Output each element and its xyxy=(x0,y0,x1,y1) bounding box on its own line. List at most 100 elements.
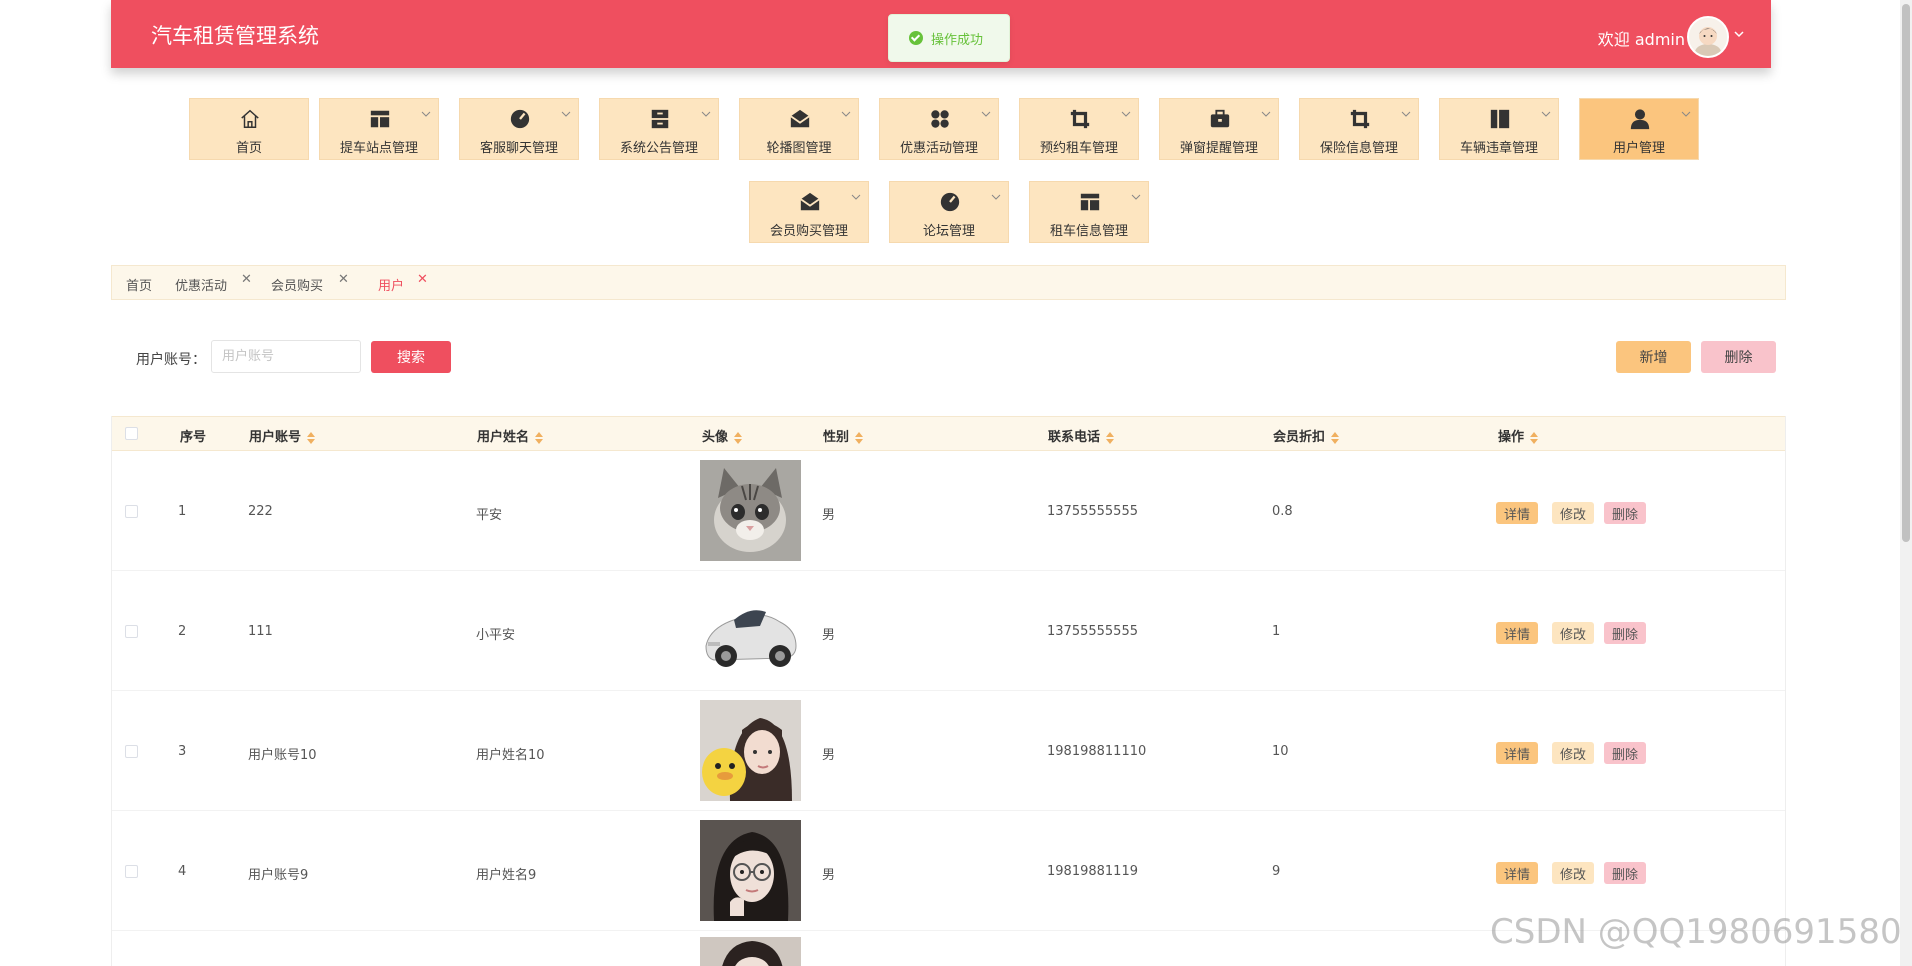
row-checkbox[interactable] xyxy=(125,745,138,758)
chevron-down-icon xyxy=(701,111,711,117)
edit-button[interactable]: 修改 xyxy=(1552,622,1595,644)
sort-icon[interactable] xyxy=(1331,431,1340,444)
success-toast: 操作成功 xyxy=(888,14,1010,62)
sort-icon[interactable] xyxy=(535,431,544,444)
detail-button[interactable]: 详情 xyxy=(1496,742,1539,764)
welcome-text: 欢迎 admin xyxy=(1597,30,1685,49)
cell-index: 2 xyxy=(178,624,187,639)
cell-account: 111 xyxy=(248,624,273,639)
close-icon[interactable]: ✕ xyxy=(338,272,349,287)
tab-users[interactable]: 用户 xyxy=(378,275,404,294)
avatar[interactable] xyxy=(1687,16,1729,58)
edit-button[interactable]: 修改 xyxy=(1552,742,1595,764)
chevron-down-icon xyxy=(1681,111,1691,117)
cell-account: 用户账号9 xyxy=(248,868,309,883)
batch-delete-button[interactable]: 删除 xyxy=(1701,341,1776,373)
column-header[interactable]: 操作 xyxy=(1498,426,1539,445)
sort-icon[interactable] xyxy=(1106,431,1115,444)
sort-icon[interactable] xyxy=(734,431,743,444)
close-icon[interactable]: ✕ xyxy=(417,272,428,287)
delete-button[interactable]: 删除 xyxy=(1604,622,1647,644)
column-header[interactable]: 用户账号 xyxy=(249,426,316,445)
home-icon xyxy=(241,109,259,128)
cell-index: 1 xyxy=(178,504,187,519)
close-icon[interactable]: ✕ xyxy=(241,272,252,287)
column-header[interactable]: 会员折扣 xyxy=(1273,426,1340,445)
chevron-down-icon xyxy=(1401,111,1411,117)
cell-index: 3 xyxy=(178,744,187,759)
nav-insurance[interactable]: 保险信息管理 xyxy=(1299,98,1419,160)
layout-icon xyxy=(1080,193,1100,211)
column-header[interactable]: 性别 xyxy=(823,426,864,445)
cell-gender: 男 xyxy=(822,748,836,763)
columns-icon xyxy=(1490,109,1510,129)
chevron-down-icon xyxy=(1131,194,1141,200)
user-photo-woman-with-plush xyxy=(700,700,801,801)
row-checkbox[interactable] xyxy=(125,505,138,518)
user-table: 序号 用户账号 用户姓名 头像 性别 联系电话 会员折扣 操作 1 222 平安 xyxy=(111,416,1786,966)
sort-icon[interactable] xyxy=(1530,431,1539,444)
row-checkbox[interactable] xyxy=(125,625,138,638)
search-button[interactable]: 搜索 xyxy=(371,341,451,373)
tab-promotions[interactable]: 优惠活动 xyxy=(175,275,227,294)
chevron-down-icon[interactable] xyxy=(1733,28,1745,40)
nav-label: 车辆违章管理 xyxy=(1459,141,1538,156)
nav-carousel[interactable]: 轮播图管理 xyxy=(739,98,859,160)
table-row: 1 222 平安 男 13755555555 0.8 详情 修改 删除 xyxy=(112,451,1785,571)
nav-forum[interactable]: 论坛管理 xyxy=(889,181,1009,243)
detail-button[interactable]: 详情 xyxy=(1496,862,1539,884)
delete-button[interactable]: 删除 xyxy=(1604,862,1647,884)
account-search-input[interactable] xyxy=(211,340,361,373)
nav-announcements[interactable]: 系统公告管理 xyxy=(599,98,719,160)
edit-button[interactable]: 修改 xyxy=(1552,862,1595,884)
nav-label: 优惠活动管理 xyxy=(899,141,978,156)
user-photo-woman-glasses xyxy=(700,820,801,921)
cell-gender: 男 xyxy=(822,508,836,523)
tab-membership[interactable]: 会员购买 xyxy=(271,275,323,294)
select-all-checkbox[interactable] xyxy=(125,427,138,440)
add-button[interactable]: 新增 xyxy=(1616,341,1691,373)
delete-button[interactable]: 删除 xyxy=(1604,502,1647,524)
nav-label: 提车站点管理 xyxy=(339,141,418,156)
column-header[interactable]: 联系电话 xyxy=(1048,426,1115,445)
cell-name: 用户姓名9 xyxy=(476,868,537,883)
cell-account: 222 xyxy=(248,504,273,519)
crop-icon xyxy=(1070,109,1090,129)
detail-button[interactable]: 详情 xyxy=(1496,622,1539,644)
page-scrollbar[interactable] xyxy=(1900,0,1912,966)
nav-rental-info[interactable]: 租车信息管理 xyxy=(1029,181,1149,243)
chevron-down-icon xyxy=(1121,111,1131,117)
delete-button[interactable]: 删除 xyxy=(1604,742,1647,764)
nav-home[interactable]: 首页 xyxy=(189,98,309,160)
crop-icon xyxy=(1350,109,1370,129)
nav-popup-reminders[interactable]: 弹窗提醒管理 xyxy=(1159,98,1279,160)
nav-label: 首页 xyxy=(235,141,262,156)
nav-promotions[interactable]: 优惠活动管理 xyxy=(879,98,999,160)
nav-violations[interactable]: 车辆违章管理 xyxy=(1439,98,1559,160)
cell-name: 平安 xyxy=(476,508,503,523)
nav-pickup-stations[interactable]: 提车站点管理 xyxy=(319,98,439,160)
chevron-down-icon xyxy=(991,194,1001,200)
toast-message: 操作成功 xyxy=(931,32,984,48)
edit-button[interactable]: 修改 xyxy=(1552,502,1595,524)
sort-icon[interactable] xyxy=(307,431,316,444)
row-checkbox[interactable] xyxy=(125,865,138,878)
table-header: 序号 用户账号 用户姓名 头像 性别 联系电话 会员折扣 操作 xyxy=(112,416,1785,451)
cabinet-icon xyxy=(651,109,669,129)
nav-users[interactable]: 用户管理 xyxy=(1579,98,1699,160)
nav-customer-chat[interactable]: 客服聊天管理 xyxy=(459,98,579,160)
column-header[interactable]: 头像 xyxy=(702,426,743,445)
chevron-down-icon xyxy=(851,194,861,200)
nav-reservations[interactable]: 预约租车管理 xyxy=(1019,98,1139,160)
detail-button[interactable]: 详情 xyxy=(1496,502,1539,524)
watermark: CSDN @QQ1980691580 xyxy=(1490,912,1902,952)
column-header[interactable]: 用户姓名 xyxy=(477,426,544,445)
nav-label: 租车信息管理 xyxy=(1049,224,1128,239)
nav-label: 客服聊天管理 xyxy=(479,141,558,156)
scrollbar-thumb[interactable] xyxy=(1902,4,1910,542)
sort-icon[interactable] xyxy=(855,431,864,444)
tab-home[interactable]: 首页 xyxy=(126,275,152,294)
nav-membership[interactable]: 会员购买管理 xyxy=(749,181,869,243)
nav-label: 系统公告管理 xyxy=(619,141,698,156)
briefcase-icon xyxy=(1210,109,1230,128)
